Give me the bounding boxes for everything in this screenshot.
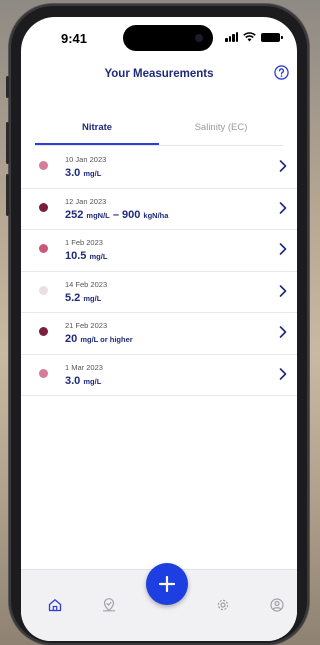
measurement-date: 12 Jan 2023 [65, 196, 107, 206]
measurement-row[interactable]: 21 Feb 2023 20 mg/L or higher [21, 313, 297, 355]
home-icon[interactable] [48, 598, 62, 612]
measurement-level-dot [39, 161, 48, 170]
measurement-value: 5.2 mg/L [65, 291, 102, 304]
app-screen: 9:41 Your Measurements Nitrate Salinity … [21, 17, 297, 641]
chevron-right-icon [279, 367, 287, 380]
phone-volume-up-button [6, 122, 9, 164]
camera-icon [195, 34, 203, 42]
profile-icon[interactable] [270, 598, 284, 612]
status-time: 9:41 [61, 31, 88, 46]
measurement-level-dot [39, 285, 48, 295]
measurement-value: 252 mgN/L – 900 kgN/ha [65, 208, 169, 221]
measurement-level-dot [39, 327, 48, 336]
add-icon [158, 575, 176, 593]
battery-icon [261, 32, 283, 42]
measurement-level-dot [39, 202, 48, 212]
measurement-value: 3.0 mg/L [65, 374, 102, 387]
chevron-right-icon [279, 160, 287, 172]
measurement-row[interactable]: 10 Jan 2023 3.0 mg/L [21, 147, 297, 189]
tab-bar: Nitrate Salinity (EC) [35, 121, 283, 146]
measurement-value: 3.0 mg/L [65, 167, 102, 179]
add-measurement-button[interactable] [146, 563, 188, 605]
chevron-right-icon [279, 326, 287, 338]
measurement-date: 21 Feb 2023 [65, 321, 108, 330]
measurement-value: 10.5 mg/L [65, 250, 108, 262]
chevron-right-icon [279, 201, 287, 214]
page-title: Your Measurements [104, 68, 214, 80]
tab-salinity[interactable]: Salinity (EC) [159, 121, 283, 143]
phone-action-button [6, 76, 9, 98]
chevron-right-icon [279, 284, 287, 297]
settings-icon[interactable] [216, 598, 230, 612]
measurement-row[interactable]: 14 Feb 2023 5.2 mg/L [21, 272, 297, 313]
phone-volume-down-button [6, 174, 9, 216]
status-bar: 9:41 [21, 17, 297, 59]
measurement-date: 14 Feb 2023 [65, 279, 108, 289]
chevron-right-icon [279, 243, 287, 255]
measurement-list: 10 Jan 2023 3.0 mg/L 12 Jan 2023 252 mgN… [21, 147, 297, 396]
measurement-row[interactable]: 1 Mar 2023 3.0 mg/L [21, 355, 297, 396]
tab-nitrate[interactable]: Nitrate [35, 121, 159, 145]
measurement-date: 1 Feb 2023 [65, 238, 103, 247]
measurement-row[interactable]: 12 Jan 2023 252 mgN/L – 900 kgN/ha [21, 189, 297, 230]
measurement-level-dot [39, 244, 48, 253]
measurement-value: 20 mg/L or higher [65, 333, 133, 345]
cellular-signal-icon [225, 32, 238, 42]
map-pin-icon[interactable] [102, 598, 116, 612]
help-circle-icon[interactable] [274, 65, 289, 80]
status-icons [225, 31, 283, 43]
measurement-level-dot [39, 368, 48, 378]
measurement-date: 10 Jan 2023 [65, 155, 107, 164]
wifi-icon [243, 32, 256, 42]
measurement-row[interactable]: 1 Feb 2023 10.5 mg/L [21, 230, 297, 272]
measurement-date: 1 Mar 2023 [65, 362, 103, 372]
header: Your Measurements [21, 65, 297, 87]
dynamic-island [123, 25, 213, 51]
